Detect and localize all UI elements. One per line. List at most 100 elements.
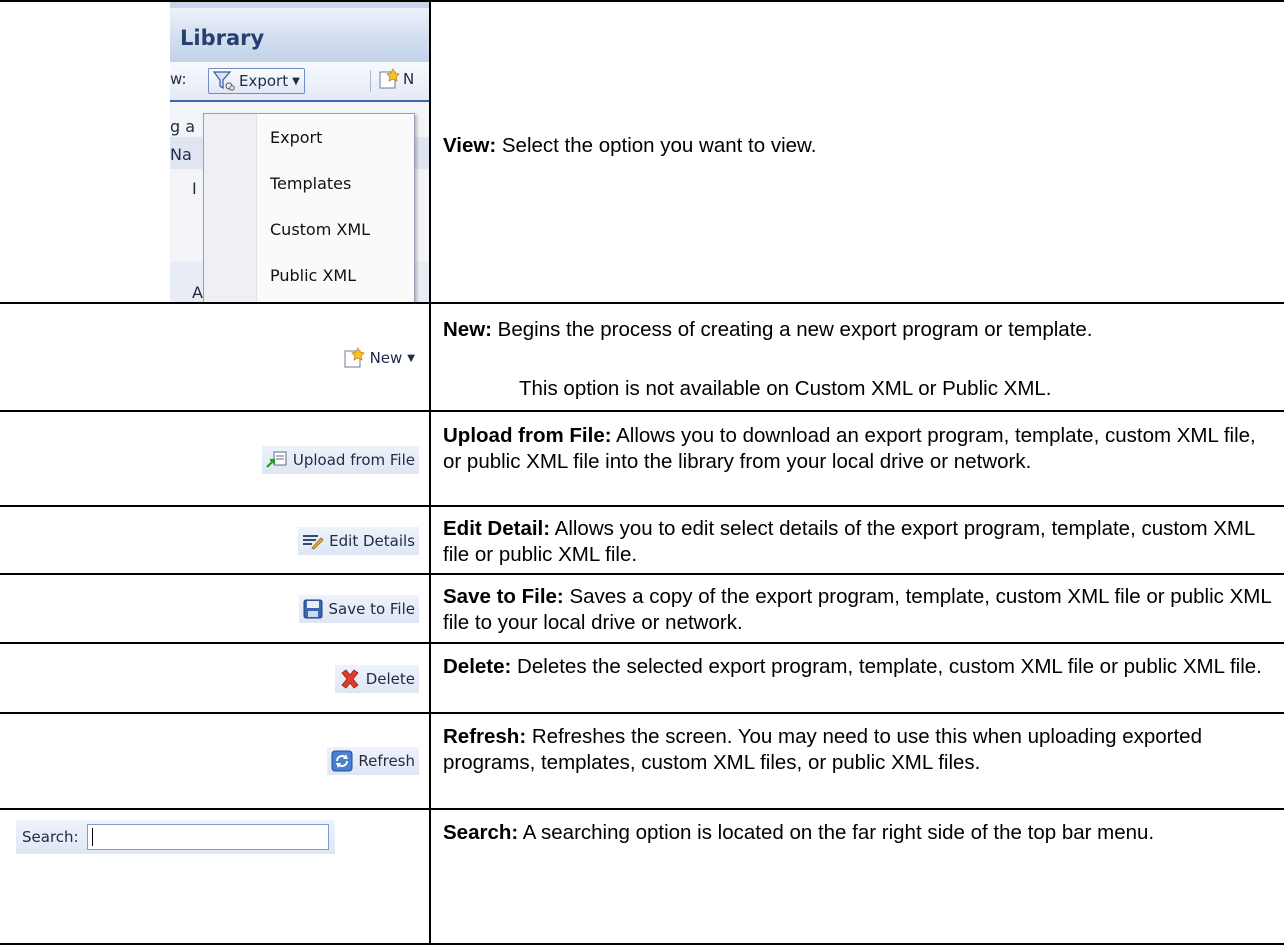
upload-label: Upload from File	[292, 451, 415, 469]
term: Delete:	[443, 655, 512, 678]
toolbar-separator	[370, 70, 371, 92]
term: Edit Detail:	[443, 517, 551, 540]
menu-icon-gutter	[204, 114, 257, 304]
new-button[interactable]: New ▼	[339, 344, 419, 372]
new-document-icon	[344, 347, 365, 368]
screenshot-cell: New ▼	[0, 304, 429, 412]
upload-from-file-button[interactable]: Upload from File	[261, 446, 419, 474]
description: View: Select the option you want to view…	[443, 133, 1278, 159]
description: Delete: Deletes the selected export prog…	[443, 654, 1278, 680]
table-row-edit: Edit Details Edit Detail: Allows you to …	[0, 505, 1284, 575]
screenshot-cell: Delete	[0, 644, 429, 714]
table-row-save: Save to File Save to File: Saves a copy …	[0, 573, 1284, 644]
column-divider	[429, 2, 431, 304]
search-label: Search:	[22, 828, 79, 846]
column-divider	[429, 810, 431, 943]
menu-item-export[interactable]: Export	[270, 128, 322, 147]
delete-button[interactable]: Delete	[334, 665, 419, 693]
search-input[interactable]	[86, 824, 329, 850]
library-panel: Library w: Export ▼ N g a Na I A Export …	[170, 2, 429, 304]
refresh-icon	[331, 750, 353, 772]
refresh-button[interactable]: Refresh	[327, 747, 419, 775]
refresh-label: Refresh	[358, 752, 415, 770]
save-to-file-label: Save to File	[328, 600, 415, 618]
screenshot-cell: Refresh	[0, 714, 429, 810]
screenshot-cell: Search:	[0, 810, 429, 943]
description-cell: Save to File: Saves a copy of the export…	[443, 575, 1278, 644]
edit-icon	[303, 535, 324, 550]
export-label: Export	[239, 72, 289, 90]
library-toolbar: w: Export ▼ N	[170, 62, 429, 102]
screenshot-cell: Library w: Export ▼ N g a Na I A Export …	[0, 2, 429, 304]
filter-icon	[213, 71, 235, 91]
term: Save to File:	[443, 585, 564, 608]
column-divider	[429, 644, 431, 714]
delete-label: Delete	[365, 670, 415, 688]
term: Refresh:	[443, 725, 527, 748]
grid-text-fragment: I	[192, 179, 197, 198]
upload-icon	[266, 451, 287, 468]
table-row-search: Search: Search: A searching option is lo…	[0, 808, 1284, 945]
table-row-new: New ▼ New: Begins the process of creatin…	[0, 302, 1284, 412]
chevron-down-icon: ▼	[292, 75, 300, 87]
new-document-icon	[379, 68, 400, 89]
description: Edit Detail: Allows you to edit select d…	[443, 516, 1278, 568]
column-divider	[429, 714, 431, 810]
menu-item-custom-xml[interactable]: Custom XML	[270, 220, 370, 239]
grid-text-fragment: g a	[170, 117, 196, 136]
screenshot-cell: Save to File	[0, 575, 429, 644]
view-label: w:	[170, 70, 187, 88]
new-button-partial[interactable]: N	[378, 68, 414, 90]
new-label-fragment: N	[403, 70, 415, 88]
column-divider	[429, 304, 431, 412]
search-bar: Search:	[16, 820, 335, 854]
description-text: Saves a copy of the export program, temp…	[443, 585, 1271, 634]
table-row-view: Library w: Export ▼ N g a Na I A Export …	[0, 0, 1284, 304]
screenshot-cell: Edit Details	[0, 507, 429, 575]
edit-details-button[interactable]: Edit Details	[298, 527, 419, 555]
description: Save to File: Saves a copy of the export…	[443, 584, 1278, 636]
library-title: Library	[180, 26, 265, 50]
description-text: A searching option is located on the far…	[518, 821, 1155, 844]
save-to-file-button[interactable]: Save to File	[299, 595, 419, 623]
menu-item-templates[interactable]: Templates	[270, 174, 351, 193]
term: View:	[443, 134, 497, 157]
description-text: Begins the process of creating a new exp…	[491, 318, 1093, 341]
description: Refresh: Refreshes the screen. You may n…	[443, 724, 1278, 776]
term: Search:	[443, 821, 519, 844]
column-divider	[429, 575, 431, 644]
description-cell: Upload from File: Allows you to download…	[443, 412, 1278, 507]
export-view-button[interactable]: Export ▼	[208, 68, 305, 94]
screenshot-cell: Upload from File	[0, 412, 429, 507]
description-cell: View: Select the option you want to view…	[443, 2, 1278, 304]
term: Upload from File:	[443, 424, 612, 447]
floppy-disk-icon	[303, 599, 323, 619]
description-text: Deletes the selected export program, tem…	[511, 655, 1262, 678]
grid-text-fragment: Na	[170, 145, 192, 164]
column-divider	[429, 507, 431, 575]
delete-x-icon	[341, 669, 359, 689]
description-text: Allows you to edit select details of the…	[443, 517, 1255, 566]
chevron-down-icon: ▼	[407, 352, 415, 364]
table-row-refresh: Refresh Refresh: Refreshes the screen. Y…	[0, 712, 1284, 810]
description-cell: Refresh: Refreshes the screen. You may n…	[443, 714, 1278, 810]
table-row-upload: Upload from File Upload from File: Allow…	[0, 410, 1284, 507]
description: New: Begins the process of creating a ne…	[443, 317, 1278, 343]
description: Upload from File: Allows you to download…	[443, 423, 1278, 475]
grid-text-fragment: A	[192, 283, 203, 302]
term: New:	[443, 318, 492, 341]
menu-item-public-xml[interactable]: Public XML	[270, 266, 356, 285]
description-text: Refreshes the screen. You may need to us…	[443, 725, 1202, 774]
text-caret	[91, 828, 93, 846]
edit-details-label: Edit Details	[329, 532, 415, 550]
description-text: Select the option you want to view.	[496, 134, 817, 157]
description-cell: Edit Detail: Allows you to edit select d…	[443, 507, 1278, 575]
new-label: New	[369, 349, 403, 367]
view-dropdown-menu: Export Templates Custom XML Public XML	[203, 113, 415, 304]
description: Search: A searching option is located on…	[443, 820, 1278, 846]
description-cell: Delete: Deletes the selected export prog…	[443, 644, 1278, 714]
description-note: This option is not available on Custom X…	[519, 377, 1052, 400]
description-cell: New: Begins the process of creating a ne…	[443, 304, 1278, 412]
table-row-delete: Delete Delete: Deletes the selected expo…	[0, 642, 1284, 714]
column-divider	[429, 412, 431, 507]
